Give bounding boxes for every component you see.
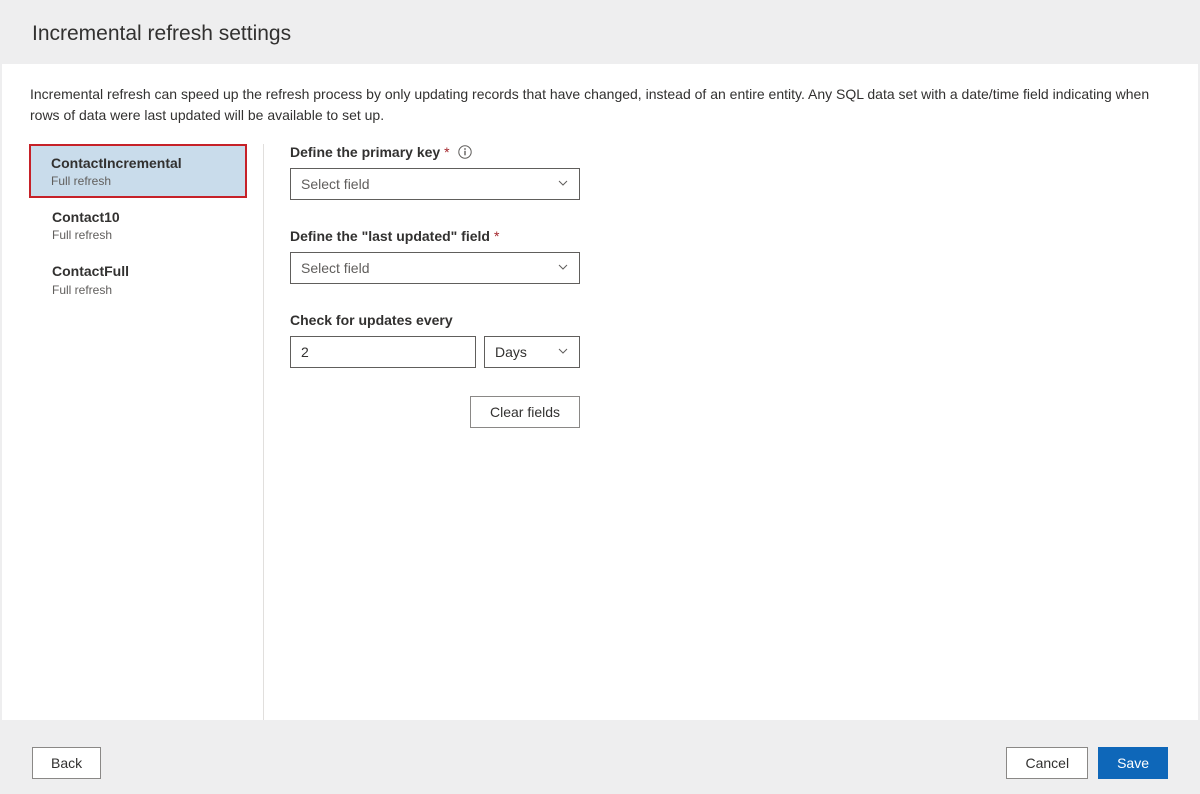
last-updated-label: Define the "last updated" field * [290,228,1170,244]
interval-row: 2 Days [290,336,1170,368]
form-area: Define the primary key * Select field De… [264,144,1170,720]
primary-key-label-text: Define the primary key [290,144,440,160]
entity-item-contactfull[interactable]: ContactFull Full refresh [30,252,263,306]
page-title: Incremental refresh settings [0,0,1200,64]
footer-right: Cancel Save [1006,747,1168,779]
save-button[interactable]: Save [1098,747,1168,779]
check-updates-label-text: Check for updates every [290,312,453,328]
content-row: ContactIncremental Full refresh Contact1… [30,144,1170,720]
entity-sub: Full refresh [52,228,247,242]
last-updated-label-text: Define the "last updated" field [290,228,490,244]
required-star: * [444,144,449,160]
entity-item-contactincremental[interactable]: ContactIncremental Full refresh [29,144,247,198]
cancel-button[interactable]: Cancel [1006,747,1088,779]
footer-bar: Back Cancel Save [0,732,1200,794]
back-button[interactable]: Back [32,747,101,779]
chevron-down-icon [557,260,569,276]
required-star: * [494,228,499,244]
primary-key-group: Define the primary key * Select field [290,144,1170,200]
primary-key-placeholder: Select field [301,176,369,192]
check-updates-group: Check for updates every 2 Days [290,312,1170,368]
footer-left: Back [32,747,101,779]
entity-name: ContactFull [52,262,247,280]
interval-unit-select[interactable]: Days [484,336,580,368]
entity-sub: Full refresh [51,174,231,188]
primary-key-select[interactable]: Select field [290,168,580,200]
chevron-down-icon [557,344,569,360]
settings-panel: Incremental refresh can speed up the ref… [2,64,1198,720]
last-updated-select[interactable]: Select field [290,252,580,284]
info-icon[interactable] [458,145,472,159]
entity-item-contact10[interactable]: Contact10 Full refresh [30,198,263,252]
interval-unit: Days [495,344,527,360]
entity-sub: Full refresh [52,283,247,297]
last-updated-placeholder: Select field [301,260,369,276]
entity-sidebar: ContactIncremental Full refresh Contact1… [30,144,264,720]
last-updated-group: Define the "last updated" field * Select… [290,228,1170,284]
entity-name: ContactIncremental [51,154,231,172]
primary-key-label: Define the primary key * [290,144,1170,160]
chevron-down-icon [557,176,569,192]
interval-number-input[interactable]: 2 [290,336,476,368]
clear-fields-button[interactable]: Clear fields [470,396,580,428]
interval-value: 2 [301,344,309,360]
description-text: Incremental refresh can speed up the ref… [30,84,1170,126]
check-updates-label: Check for updates every [290,312,1170,328]
entity-name: Contact10 [52,208,247,226]
